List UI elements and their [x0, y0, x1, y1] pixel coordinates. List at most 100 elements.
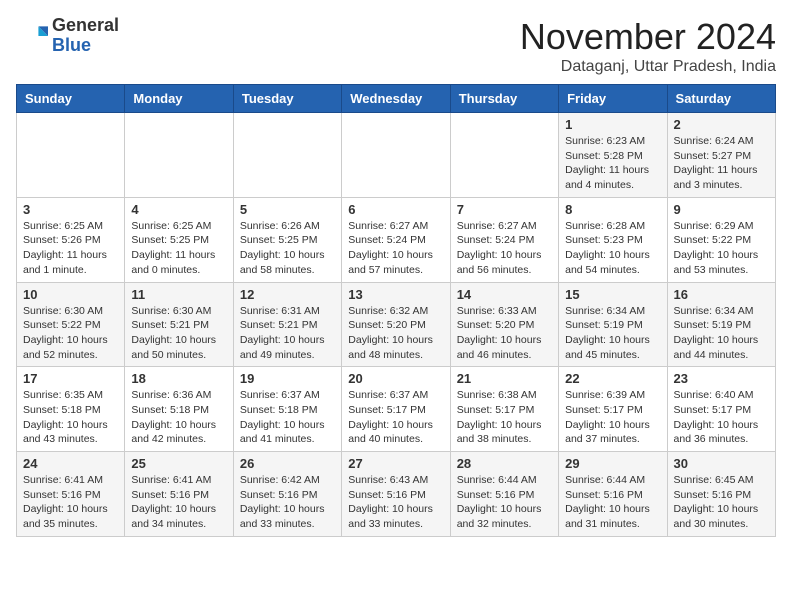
location: Dataganj, Uttar Pradesh, India [520, 58, 776, 76]
weekday-header: Wednesday [342, 85, 450, 113]
day-number: 12 [240, 287, 335, 302]
day-number: 20 [348, 371, 443, 386]
logo-icon [16, 20, 48, 52]
day-info: Sunrise: 6:27 AM Sunset: 5:24 PM Dayligh… [457, 219, 552, 278]
day-number: 11 [131, 287, 226, 302]
weekday-header: Saturday [667, 85, 775, 113]
day-number: 3 [23, 202, 118, 217]
calendar-cell: 12 Sunrise: 6:31 AM Sunset: 5:21 PM Dayli… [233, 282, 341, 367]
calendar-cell: 3 Sunrise: 6:25 AM Sunset: 5:26 PM Daylig… [17, 197, 125, 282]
day-number: 4 [131, 202, 226, 217]
weekday-header: Sunday [17, 85, 125, 113]
day-info: Sunrise: 6:41 AM Sunset: 5:16 PM Dayligh… [131, 473, 226, 532]
calendar-cell: 17 Sunrise: 6:35 AM Sunset: 5:18 PM Dayli… [17, 367, 125, 452]
day-number: 25 [131, 456, 226, 471]
calendar-cell: 30 Sunrise: 6:45 AM Sunset: 5:16 PM Dayli… [667, 452, 775, 537]
day-number: 26 [240, 456, 335, 471]
calendar-cell: 9 Sunrise: 6:29 AM Sunset: 5:22 PM Daylig… [667, 197, 775, 282]
calendar-cell: 5 Sunrise: 6:26 AM Sunset: 5:25 PM Daylig… [233, 197, 341, 282]
calendar-cell: 14 Sunrise: 6:33 AM Sunset: 5:20 PM Dayli… [450, 282, 558, 367]
day-info: Sunrise: 6:30 AM Sunset: 5:21 PM Dayligh… [131, 304, 226, 363]
weekday-header: Tuesday [233, 85, 341, 113]
calendar-cell [125, 113, 233, 198]
day-info: Sunrise: 6:25 AM Sunset: 5:26 PM Dayligh… [23, 219, 118, 278]
calendar-table: SundayMondayTuesdayWednesdayThursdayFrid… [16, 84, 776, 537]
day-info: Sunrise: 6:33 AM Sunset: 5:20 PM Dayligh… [457, 304, 552, 363]
day-number: 23 [674, 371, 769, 386]
calendar-cell [17, 113, 125, 198]
calendar-cell: 6 Sunrise: 6:27 AM Sunset: 5:24 PM Daylig… [342, 197, 450, 282]
weekday-header: Monday [125, 85, 233, 113]
calendar-cell: 20 Sunrise: 6:37 AM Sunset: 5:17 PM Dayli… [342, 367, 450, 452]
page-header: General Blue November 2024 Dataganj, Utt… [16, 16, 776, 76]
calendar-cell: 19Sunrise: 6:37 AM Sunset: 5:18 PM Dayli… [233, 367, 341, 452]
calendar-cell: 18Sunrise: 6:36 AM Sunset: 5:18 PM Dayli… [125, 367, 233, 452]
day-number: 14 [457, 287, 552, 302]
day-info: Sunrise: 6:32 AM Sunset: 5:20 PM Dayligh… [348, 304, 443, 363]
calendar-week-row: 24 Sunrise: 6:41 AM Sunset: 5:16 PM Dayli… [17, 452, 776, 537]
calendar-cell: 10 Sunrise: 6:30 AM Sunset: 5:22 PM Dayli… [17, 282, 125, 367]
day-info: Sunrise: 6:24 AM Sunset: 5:27 PM Dayligh… [674, 134, 769, 193]
calendar-cell: 13 Sunrise: 6:32 AM Sunset: 5:20 PM Dayli… [342, 282, 450, 367]
day-info: Sunrise: 6:40 AM Sunset: 5:17 PM Dayligh… [674, 388, 769, 447]
day-number: 22 [565, 371, 660, 386]
day-info: Sunrise: 6:27 AM Sunset: 5:24 PM Dayligh… [348, 219, 443, 278]
day-info: Sunrise: 6:26 AM Sunset: 5:25 PM Dayligh… [240, 219, 335, 278]
day-number: 6 [348, 202, 443, 217]
day-info: Sunrise: 6:45 AM Sunset: 5:16 PM Dayligh… [674, 473, 769, 532]
calendar-week-row: 10 Sunrise: 6:30 AM Sunset: 5:22 PM Dayli… [17, 282, 776, 367]
calendar-cell: 27 Sunrise: 6:43 AM Sunset: 5:16 PM Dayli… [342, 452, 450, 537]
day-info: Sunrise: 6:42 AM Sunset: 5:16 PM Dayligh… [240, 473, 335, 532]
calendar-cell: 7 Sunrise: 6:27 AM Sunset: 5:24 PM Daylig… [450, 197, 558, 282]
calendar-cell: 2 Sunrise: 6:24 AM Sunset: 5:27 PM Daylig… [667, 113, 775, 198]
day-number: 30 [674, 456, 769, 471]
day-number: 1 [565, 117, 660, 132]
calendar-week-row: 1 Sunrise: 6:23 AM Sunset: 5:28 PM Daylig… [17, 113, 776, 198]
day-info: Sunrise: 6:35 AM Sunset: 5:18 PM Dayligh… [23, 388, 118, 447]
day-info: Sunrise: 6:39 AM Sunset: 5:17 PM Dayligh… [565, 388, 660, 447]
day-number: 7 [457, 202, 552, 217]
calendar-cell: 26 Sunrise: 6:42 AM Sunset: 5:16 PM Dayli… [233, 452, 341, 537]
day-number: 29 [565, 456, 660, 471]
day-number: 9 [674, 202, 769, 217]
calendar-cell: 29 Sunrise: 6:44 AM Sunset: 5:16 PM Dayli… [559, 452, 667, 537]
day-info: Sunrise: 6:44 AM Sunset: 5:16 PM Dayligh… [565, 473, 660, 532]
calendar-week-row: 17 Sunrise: 6:35 AM Sunset: 5:18 PM Dayli… [17, 367, 776, 452]
day-info: Sunrise: 6:38 AM Sunset: 5:17 PM Dayligh… [457, 388, 552, 447]
day-info: Sunrise: 6:37 AM Sunset: 5:18 PM Dayligh… [240, 388, 335, 447]
day-info: Sunrise: 6:30 AM Sunset: 5:22 PM Dayligh… [23, 304, 118, 363]
day-info: Sunrise: 6:28 AM Sunset: 5:23 PM Dayligh… [565, 219, 660, 278]
day-info: Sunrise: 6:37 AM Sunset: 5:17 PM Dayligh… [348, 388, 443, 447]
day-info: Sunrise: 6:29 AM Sunset: 5:22 PM Dayligh… [674, 219, 769, 278]
day-number: 17 [23, 371, 118, 386]
day-number: 28 [457, 456, 552, 471]
day-number: 5 [240, 202, 335, 217]
day-info: Sunrise: 6:31 AM Sunset: 5:21 PM Dayligh… [240, 304, 335, 363]
weekday-header: Thursday [450, 85, 558, 113]
day-info: Sunrise: 6:44 AM Sunset: 5:16 PM Dayligh… [457, 473, 552, 532]
day-number: 10 [23, 287, 118, 302]
day-info: Sunrise: 6:34 AM Sunset: 5:19 PM Dayligh… [565, 304, 660, 363]
weekday-header: Friday [559, 85, 667, 113]
day-number: 13 [348, 287, 443, 302]
month-title: November 2024 [520, 16, 776, 58]
title-block: November 2024 Dataganj, Uttar Pradesh, I… [520, 16, 776, 76]
day-info: Sunrise: 6:41 AM Sunset: 5:16 PM Dayligh… [23, 473, 118, 532]
day-number: 24 [23, 456, 118, 471]
day-info: Sunrise: 6:36 AM Sunset: 5:18 PM Dayligh… [131, 388, 226, 447]
calendar-cell: 15Sunrise: 6:34 AM Sunset: 5:19 PM Dayli… [559, 282, 667, 367]
calendar-cell: 11 Sunrise: 6:30 AM Sunset: 5:21 PM Dayli… [125, 282, 233, 367]
calendar-cell: 8 Sunrise: 6:28 AM Sunset: 5:23 PM Daylig… [559, 197, 667, 282]
calendar-cell: 23 Sunrise: 6:40 AM Sunset: 5:17 PM Dayli… [667, 367, 775, 452]
day-number: 8 [565, 202, 660, 217]
day-info: Sunrise: 6:43 AM Sunset: 5:16 PM Dayligh… [348, 473, 443, 532]
calendar-cell: 22 Sunrise: 6:39 AM Sunset: 5:17 PM Dayli… [559, 367, 667, 452]
day-info: Sunrise: 6:23 AM Sunset: 5:28 PM Dayligh… [565, 134, 660, 193]
day-info: Sunrise: 6:34 AM Sunset: 5:19 PM Dayligh… [674, 304, 769, 363]
calendar-cell: 4Sunrise: 6:25 AM Sunset: 5:25 PM Daylig… [125, 197, 233, 282]
calendar-cell [233, 113, 341, 198]
day-number: 27 [348, 456, 443, 471]
day-number: 2 [674, 117, 769, 132]
calendar-cell: 16Sunrise: 6:34 AM Sunset: 5:19 PM Dayli… [667, 282, 775, 367]
day-number: 21 [457, 371, 552, 386]
